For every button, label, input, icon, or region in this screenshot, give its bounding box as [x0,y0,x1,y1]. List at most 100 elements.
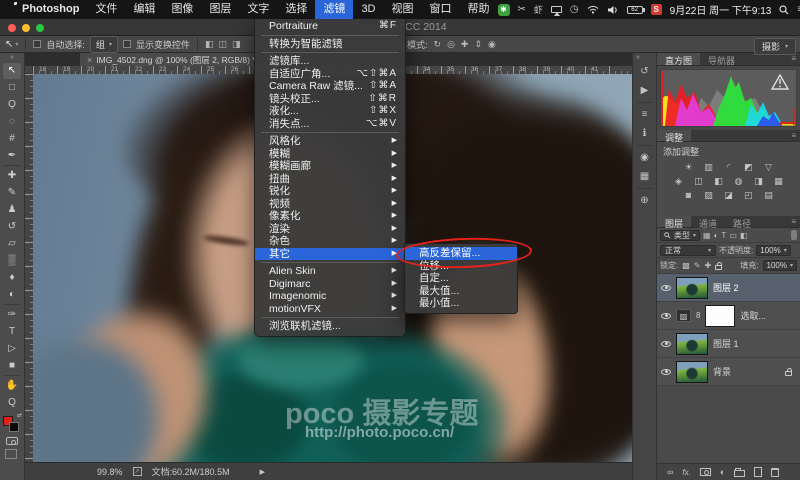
menubar-item[interactable]: 文件 [87,0,125,19]
airplay-icon[interactable] [551,6,562,13]
filter-menu-item[interactable]: 像素化▶ [255,210,405,223]
tab-navigator[interactable]: 导航器 [700,53,743,65]
add-layer-mask-icon[interactable] [700,468,711,476]
adjustment-icon[interactable]: ◈ [672,175,686,187]
adjustment-icon[interactable]: ▥ [702,161,716,173]
layer-row[interactable]: ▨8选取... [657,302,800,330]
menubar-item[interactable]: 编辑 [125,0,163,19]
filter-menu-item[interactable]: 杂色▶ [255,235,405,248]
layer-thumbnail[interactable] [676,333,708,355]
filter-menu-item[interactable]: 风格化▶ [255,135,405,148]
move-tool-preset-icon[interactable]: ↖ [5,39,13,50]
filter-menu-item[interactable]: 渲染▶ [255,223,405,236]
layer-row[interactable]: 图层 2 [657,274,800,302]
layer-style-icon[interactable]: fx. [682,468,690,477]
adjustment-icon[interactable]: ◍ [732,175,746,187]
input-method-icon[interactable]: S [651,4,662,15]
filter-menu-item[interactable]: Imagenomic▶ [255,290,405,303]
filter-menu-item[interactable]: 消失点...⌥⌘V [255,118,405,131]
adjustment-icon[interactable]: ◪ [722,189,736,201]
adjustment-icon[interactable]: ◨ [752,175,766,187]
align-centers-icon[interactable]: ◫ [218,39,227,50]
filter-menu-item[interactable]: Portraiture⌘F [255,20,405,33]
layer-mask-thumbnail[interactable] [705,305,735,327]
eraser-tool[interactable]: ▱ [3,236,21,252]
filter-smart-object-icon[interactable]: ◧ [740,231,748,240]
screen-mode-button[interactable] [7,451,17,459]
filter-menu-item[interactable]: 模糊▶ [255,148,405,161]
actions-panel-icon[interactable]: ▶ [636,83,654,98]
auto-select-dropdown[interactable]: 组 ▾ [90,36,118,53]
app-badge-icon[interactable]: 虾 [534,3,543,16]
close-window-button[interactable] [8,24,16,32]
3d-orbit-icon[interactable]: ↻ [434,39,442,50]
menubar-clock[interactable]: 9月22日 周一 下午9:13 [670,2,772,17]
panel-menu-icon[interactable]: ≡ [791,216,800,227]
align-right-edges-icon[interactable]: ◨ [232,39,241,50]
menubar-item[interactable]: 滤镜 [315,0,353,19]
swap-colors-icon[interactable]: ⇄ [17,412,22,419]
panel-menu-icon[interactable]: ≡ [791,130,800,141]
history-panel-icon[interactable]: ↺ [636,64,654,79]
adjustment-icon[interactable]: ◙ [682,189,696,201]
tab-layers[interactable]: 图层 [657,216,691,227]
adjustment-icon[interactable]: ▤ [762,189,776,201]
tab-adjustments[interactable]: 调整 [657,130,691,141]
blur-tool[interactable]: ♦ [3,270,21,286]
adjustment-icon[interactable]: ▨ [702,189,716,201]
filter-type-layers-icon[interactable]: T [721,231,726,240]
menubar-item[interactable]: Photoshop [14,0,87,19]
fill-dropdown[interactable]: 100% ▾ [763,260,797,271]
link-layers-icon[interactable]: ∞ [667,464,673,480]
menubar-item[interactable]: 图层 [201,0,239,19]
gradient-tool[interactable]: ▒ [3,253,21,269]
lock-all-icon[interactable] [715,265,722,270]
filter-menu-item[interactable]: motionVFX▶ [255,303,405,316]
auto-select-checkbox[interactable] [33,40,41,48]
filter-menu-item[interactable]: Alien Skin▶ [255,265,405,278]
filter-menu-item[interactable]: Digimarc▶ [255,278,405,291]
adjustment-icon[interactable]: ▦ [772,175,786,187]
filter-kind-dropdown[interactable]: 类型 ▾ [660,230,700,241]
clone-source-panel-icon[interactable]: ⊕ [636,193,654,208]
menubar-item[interactable]: 图像 [163,0,201,19]
show-transform-checkbox[interactable] [123,40,131,48]
volume-icon[interactable] [607,5,619,15]
layer-visibility-eye-icon[interactable] [661,369,671,375]
layer-visibility-eye-icon[interactable] [661,285,671,291]
swatches-panel-icon[interactable]: ▦ [636,169,654,184]
eyedropper-tool[interactable]: ✒ [3,148,21,164]
rectangular-marquee-tool[interactable]: □ [3,80,21,96]
green-app-status-icon[interactable]: ✱ [498,4,510,16]
export-status-icon[interactable]: ↗ [133,467,142,476]
time-machine-icon[interactable]: ◷ [570,4,579,15]
submenu-item[interactable]: 位移... [405,260,517,273]
menubar-item[interactable]: 3D [353,0,383,19]
adjustment-icon[interactable]: ◩ [742,161,756,173]
menubar-item[interactable]: 文字 [239,0,277,19]
collapse-dock-icon[interactable]: « [633,53,640,62]
layer-visibility-eye-icon[interactable] [661,313,671,319]
collapse-panel-icon[interactable]: » [10,53,14,62]
lock-paint-icon[interactable]: ✎ [694,261,701,270]
menubar-item[interactable]: 视图 [384,0,422,19]
crop-tool[interactable]: # [3,131,21,147]
spotlight-search-icon[interactable] [779,5,789,15]
filter-menu-item[interactable]: 镜头校正...⇧⌘R [255,93,405,106]
clone-stamp-tool[interactable]: ♟ [3,202,21,218]
close-tab-icon[interactable]: × [87,55,92,65]
pen-tool[interactable]: ✑ [3,307,21,323]
scissors-icon[interactable]: ✂ [518,4,526,15]
vertical-ruler[interactable] [25,74,33,462]
menubar-item[interactable]: 帮助 [460,0,498,19]
menubar-item[interactable]: 选择 [277,0,315,19]
tab-channels[interactable]: 通道 [691,216,725,227]
lock-transparency-icon[interactable]: ▩ [682,261,690,270]
filter-menu-item[interactable]: 滤镜库... [255,55,405,68]
adjustment-icon[interactable]: ◫ [692,175,706,187]
info-panel-icon[interactable]: ℹ [636,126,654,141]
layer-thumbnail[interactable] [676,361,708,383]
workspace-dropdown[interactable]: 摄影 ▾ [754,38,796,55]
history-brush-tool[interactable]: ↺ [3,219,21,235]
filter-menu-item[interactable]: 浏览联机滤镜... [255,320,405,333]
